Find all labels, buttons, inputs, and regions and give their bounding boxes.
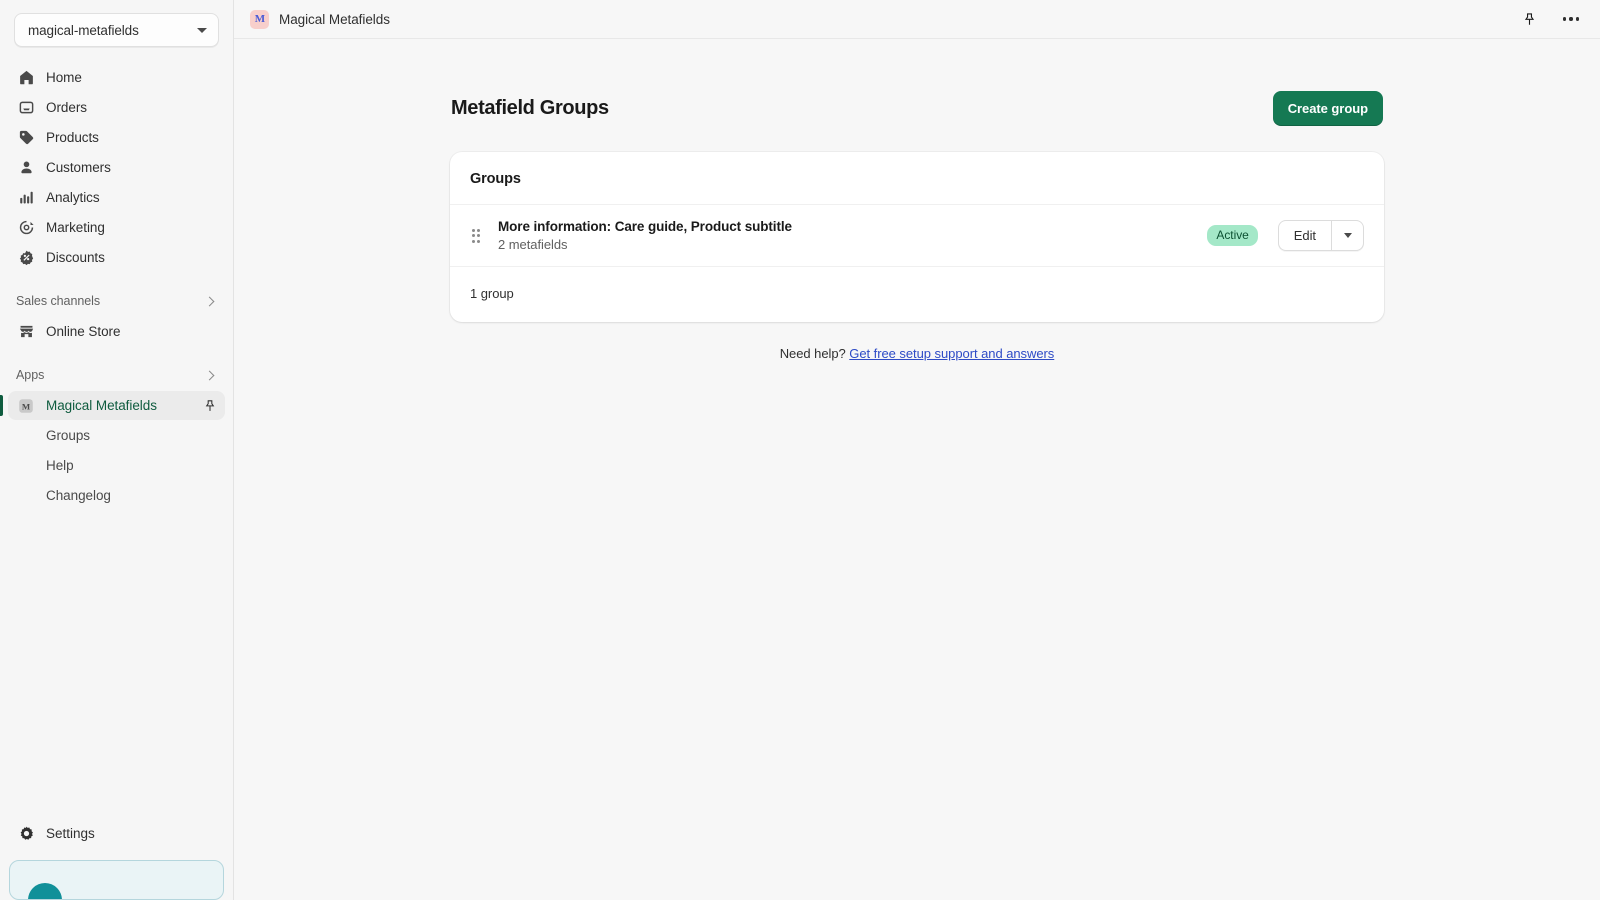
- person-icon: [16, 158, 36, 178]
- help-prefix: Need help?: [780, 346, 846, 361]
- sidebar-item-label: Home: [46, 70, 82, 85]
- topbar-right: [1516, 6, 1584, 32]
- help-row: Need help? Get free setup support and an…: [450, 346, 1384, 361]
- apps-section-header[interactable]: Apps: [8, 361, 225, 389]
- storefront-icon: [16, 322, 36, 342]
- sidebar-item-changelog[interactable]: Changelog: [8, 481, 225, 510]
- app-topbar: M Magical Metafields: [234, 0, 1600, 39]
- sidebar-item-label: Magical Metafields: [46, 398, 157, 413]
- sidebar-item-label: Discounts: [46, 250, 105, 265]
- sidebar-item-orders[interactable]: Orders: [8, 93, 225, 122]
- store-switcher[interactable]: magical-metafields: [14, 13, 219, 47]
- sidebar-item-groups[interactable]: Groups: [8, 421, 225, 450]
- more-dots: [1563, 17, 1579, 20]
- sidebar-item-customers[interactable]: Customers: [8, 153, 225, 182]
- group-metafield-count: 2 metafields: [498, 237, 1207, 252]
- sidebar-item-online-store[interactable]: Online Store: [8, 317, 225, 346]
- group-info: More information: Care guide, Product su…: [498, 219, 1207, 252]
- promo-card[interactable]: [9, 860, 224, 900]
- page-header: Metafield Groups Create group: [450, 91, 1384, 126]
- sidebar-item-products[interactable]: Products: [8, 123, 225, 152]
- edit-dropdown-button[interactable]: [1331, 220, 1364, 251]
- sidebar-item-label: Analytics: [46, 190, 100, 205]
- groups-card-footer: 1 group: [450, 266, 1384, 322]
- sidebar-item-label: Orders: [46, 100, 87, 115]
- sidebar-item-help[interactable]: Help: [8, 451, 225, 480]
- metafield-groups-page: Metafield Groups Create group Groups Mor…: [450, 39, 1384, 361]
- sidebar-item-marketing[interactable]: Marketing: [8, 213, 225, 242]
- main-navigation: Home Orders Products Customers: [0, 63, 233, 273]
- marketing-target-icon: [16, 218, 36, 238]
- topbar-left: M Magical Metafields: [250, 10, 390, 29]
- chevron-down-icon: [1344, 233, 1352, 238]
- magical-metafields-app-icon: M: [16, 396, 36, 416]
- drag-dots: [472, 229, 481, 243]
- create-group-button[interactable]: Create group: [1273, 91, 1383, 126]
- status-badge: Active: [1207, 225, 1257, 246]
- table-row[interactable]: More information: Care guide, Product su…: [450, 204, 1384, 266]
- bar-chart-icon: [16, 188, 36, 208]
- topbar-title: Magical Metafields: [279, 12, 390, 27]
- sidebar: magical-metafields Home Orders Pr: [0, 0, 234, 900]
- sidebar-item-label: Changelog: [46, 488, 111, 503]
- pin-icon[interactable]: [1516, 6, 1542, 32]
- sidebar-item-analytics[interactable]: Analytics: [8, 183, 225, 212]
- apps-label: Apps: [16, 368, 206, 382]
- drag-handle-icon[interactable]: [468, 229, 484, 243]
- more-horizontal-icon[interactable]: [1558, 6, 1584, 32]
- sidebar-item-label: Groups: [46, 428, 90, 443]
- main-area: M Magical Metafields Metafield Groups Cr…: [234, 0, 1600, 900]
- chevron-right-icon: [205, 296, 215, 306]
- promo-avatar: [28, 883, 62, 900]
- chevron-down-icon: [197, 28, 207, 33]
- groups-card-title: Groups: [470, 171, 1364, 187]
- edit-button-group: Edit: [1278, 220, 1364, 251]
- sidebar-item-label: Settings: [46, 826, 95, 841]
- magical-metafields-app-icon: M: [250, 10, 269, 29]
- group-title: More information: Care guide, Product su…: [498, 219, 1207, 234]
- page-title: Metafield Groups: [451, 97, 609, 120]
- sidebar-item-magical-metafields[interactable]: M Magical Metafields: [8, 391, 225, 420]
- store-name: magical-metafields: [28, 23, 197, 38]
- app-icon-glyph: M: [255, 14, 265, 25]
- sidebar-footer: Settings: [0, 819, 233, 900]
- sidebar-item-label: Products: [46, 130, 99, 145]
- sidebar-item-label: Marketing: [46, 220, 105, 235]
- chevron-right-icon: [205, 370, 215, 380]
- sidebar-item-home[interactable]: Home: [8, 63, 225, 92]
- sidebar-item-settings[interactable]: Settings: [8, 819, 225, 848]
- discount-percent-icon: [16, 248, 36, 268]
- group-count: 1 group: [470, 286, 514, 301]
- groups-card-header: Groups: [450, 152, 1384, 204]
- help-link[interactable]: Get free setup support and answers: [849, 346, 1054, 361]
- app-root: magical-metafields Home Orders Pr: [0, 0, 1600, 900]
- sidebar-item-discounts[interactable]: Discounts: [8, 243, 225, 272]
- sidebar-item-label: Help: [46, 458, 74, 473]
- pin-app-button[interactable]: [203, 399, 217, 413]
- sales-channels-label: Sales channels: [16, 294, 206, 308]
- home-icon: [16, 68, 36, 88]
- sales-channels-section-header[interactable]: Sales channels: [8, 287, 225, 315]
- content-scroll[interactable]: Metafield Groups Create group Groups Mor…: [234, 39, 1600, 900]
- orders-inbox-icon: [16, 98, 36, 118]
- product-tag-icon: [16, 128, 36, 148]
- sidebar-item-label: Customers: [46, 160, 111, 175]
- svg-text:M: M: [22, 401, 31, 411]
- groups-card: Groups More information: Care guide, Pro…: [450, 152, 1384, 322]
- gear-icon: [16, 824, 36, 844]
- edit-button[interactable]: Edit: [1278, 220, 1331, 251]
- sidebar-item-label: Online Store: [46, 324, 120, 339]
